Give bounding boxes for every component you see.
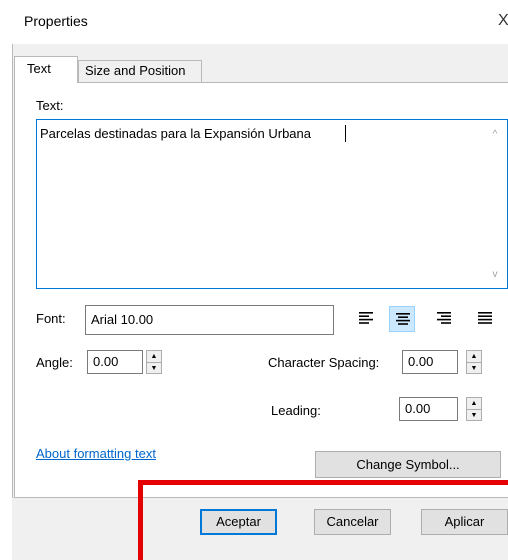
font-field[interactable]: Arial 10.00 xyxy=(85,305,334,335)
leading-spinner[interactable]: ▲ ▼ xyxy=(466,397,482,421)
align-left-button[interactable] xyxy=(353,306,379,332)
character-spacing-spinner[interactable]: ▲ ▼ xyxy=(466,350,482,374)
text-input-area[interactable] xyxy=(36,119,508,289)
align-right-button[interactable] xyxy=(431,306,457,332)
textarea-scrollbar[interactable]: ^ v xyxy=(484,120,506,288)
spin-down-icon[interactable]: ▼ xyxy=(467,409,481,421)
tab-size-and-position[interactable]: Size and Position xyxy=(78,60,202,82)
leading-label: Leading: xyxy=(271,403,321,418)
align-left-icon xyxy=(359,312,373,324)
change-symbol-button[interactable]: Change Symbol... xyxy=(315,451,501,478)
window-title: Properties xyxy=(24,13,88,29)
angle-label: Angle: xyxy=(36,355,73,370)
font-label: Font: xyxy=(36,311,66,326)
align-center-icon xyxy=(396,313,410,325)
close-icon[interactable]: X xyxy=(498,12,508,30)
text-label: Text: xyxy=(36,98,64,113)
angle-field[interactable]: 0.00 xyxy=(87,350,143,374)
spin-up-icon[interactable]: ▲ xyxy=(147,351,161,362)
text-caret xyxy=(345,125,346,142)
align-right-icon xyxy=(437,312,451,324)
scroll-down-icon[interactable]: v xyxy=(484,266,506,284)
align-center-button[interactable] xyxy=(389,306,415,332)
align-justify-button[interactable] xyxy=(472,306,498,332)
character-spacing-field[interactable]: 0.00 xyxy=(402,350,458,374)
spin-up-icon[interactable]: ▲ xyxy=(467,351,481,362)
spin-down-icon[interactable]: ▼ xyxy=(147,362,161,374)
tab-text-label: Text xyxy=(27,61,51,76)
highlight-box xyxy=(138,480,508,560)
about-formatting-link[interactable]: About formatting text xyxy=(36,446,156,461)
tab-text[interactable]: Text xyxy=(14,56,78,83)
align-justify-icon xyxy=(478,312,492,324)
scroll-up-icon[interactable]: ^ xyxy=(484,126,506,144)
spin-up-icon[interactable]: ▲ xyxy=(467,398,481,409)
spin-down-icon[interactable]: ▼ xyxy=(467,362,481,374)
angle-spinner[interactable]: ▲ ▼ xyxy=(146,350,162,374)
character-spacing-label: Character Spacing: xyxy=(268,355,380,370)
tab-size-position-label: Size and Position xyxy=(85,63,186,78)
text-input-value: Parcelas destinadas para la Expansión Ur… xyxy=(40,126,312,141)
leading-field[interactable]: 0.00 xyxy=(399,397,458,421)
